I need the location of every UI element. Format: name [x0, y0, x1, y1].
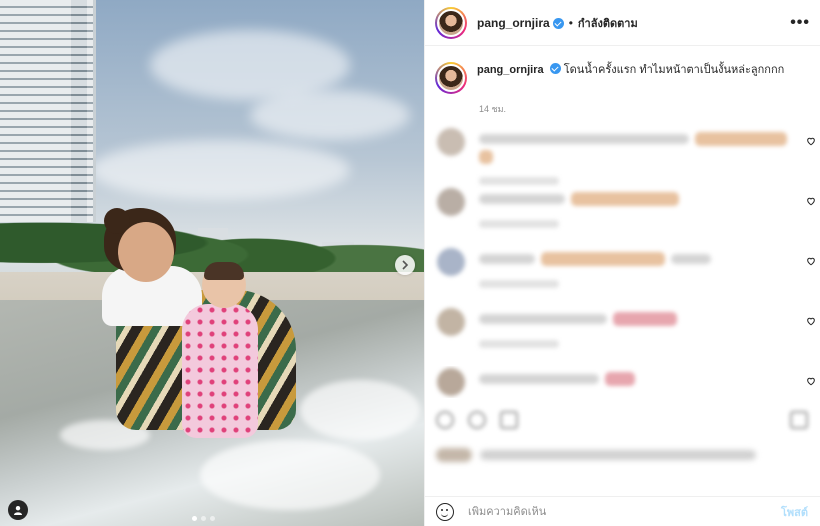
- commenter-avatar: [437, 368, 465, 396]
- avatar[interactable]: [435, 6, 467, 39]
- woman-face: [118, 222, 174, 282]
- likes-avatar-blurred: [436, 448, 472, 462]
- commenter-avatar: [437, 248, 465, 276]
- comment-text-blurred: [671, 254, 711, 264]
- heart-icon[interactable]: [806, 196, 816, 206]
- more-options-icon[interactable]: •••: [790, 14, 810, 32]
- comment-text-blurred: [541, 252, 665, 266]
- heart-icon[interactable]: [806, 256, 816, 266]
- verified-badge-icon: [549, 63, 561, 74]
- avatar-image: [437, 8, 465, 37]
- caption-body: โดนน้ำครั้งแรก ทำไมหน้าตาเป็นงั้นหล่ะลูก…: [563, 64, 785, 76]
- commenter-avatar: [437, 188, 465, 216]
- cloud: [250, 90, 410, 140]
- heart-icon[interactable]: [806, 376, 816, 386]
- wave-foam: [300, 380, 420, 440]
- verified-badge-icon: [552, 18, 564, 29]
- comment-item: [425, 186, 820, 246]
- comment-text-blurred: [695, 132, 787, 146]
- heart-icon[interactable]: [806, 316, 816, 326]
- post-comment-button[interactable]: โพสต์: [781, 503, 808, 521]
- carousel-dot: [192, 516, 197, 521]
- post-header: pang_ornjira • กำลังติดตาม •••: [425, 0, 820, 46]
- commenter-avatar: [437, 308, 465, 336]
- wave-foam: [200, 440, 380, 510]
- carousel-dots: [192, 516, 215, 521]
- comment-text-blurred: [479, 254, 535, 264]
- comment-meta-blurred: [479, 177, 559, 185]
- hotel-tower: [0, 0, 96, 222]
- comment-meta-blurred: [479, 340, 559, 348]
- comment-meta-blurred: [479, 220, 559, 228]
- user-tag-button[interactable]: [8, 500, 28, 520]
- carousel-dot: [210, 516, 215, 521]
- caption: pang_ornjira โดนน้ำครั้งแรก ทำไมหน้าตาเป…: [425, 46, 820, 94]
- baby-suit: [182, 304, 258, 438]
- carousel-dot: [201, 516, 206, 521]
- comment-item: [425, 126, 820, 186]
- commenter-avatar: [437, 128, 465, 156]
- heart-icon[interactable]: [806, 136, 816, 146]
- avatar-image: [437, 64, 465, 92]
- comment-input[interactable]: [468, 505, 781, 518]
- comment-text-blurred: [479, 150, 493, 164]
- emoji-icon[interactable]: [436, 502, 454, 521]
- comment-item: [425, 366, 820, 398]
- baby-hair: [204, 262, 244, 280]
- comment-text-blurred: [479, 374, 599, 384]
- add-comment-bar: โพสต์: [424, 496, 820, 526]
- post-actions-blurred: [424, 404, 820, 436]
- chevron-right-icon: [402, 260, 409, 270]
- save-action-icon[interactable]: [790, 411, 808, 429]
- comment-text-blurred: [479, 314, 607, 324]
- comment-meta-blurred: [479, 280, 559, 288]
- separator-dot: •: [568, 15, 573, 30]
- user-tag-icon: [14, 506, 22, 515]
- comment-text-blurred: [613, 312, 677, 326]
- comment-item: [425, 246, 820, 306]
- share-action-icon[interactable]: [500, 411, 518, 429]
- comment-item: [425, 306, 820, 366]
- like-action-icon[interactable]: [436, 411, 454, 429]
- comment-action-icon[interactable]: [468, 411, 486, 429]
- comment-text-blurred: [571, 192, 679, 206]
- username-link[interactable]: pang_ornjira: [477, 16, 550, 30]
- post-time: 14 ชม.: [479, 104, 507, 114]
- caption-username[interactable]: pang_ornjira: [477, 64, 544, 76]
- post-photo[interactable]: [0, 0, 424, 526]
- comment-text-blurred: [605, 372, 635, 386]
- comment-text-blurred: [479, 194, 565, 204]
- likes-text-blurred: [480, 450, 756, 460]
- following-button[interactable]: กำลังติดตาม: [578, 14, 638, 32]
- caption-text: pang_ornjira โดนน้ำครั้งแรก ทำไมหน้าตาเป…: [477, 62, 784, 94]
- comment-text-blurred: [479, 134, 689, 144]
- likes-summary-blurred: [436, 440, 756, 470]
- avatar[interactable]: [435, 62, 467, 94]
- carousel-next-button[interactable]: [395, 255, 415, 275]
- cloud: [90, 140, 350, 200]
